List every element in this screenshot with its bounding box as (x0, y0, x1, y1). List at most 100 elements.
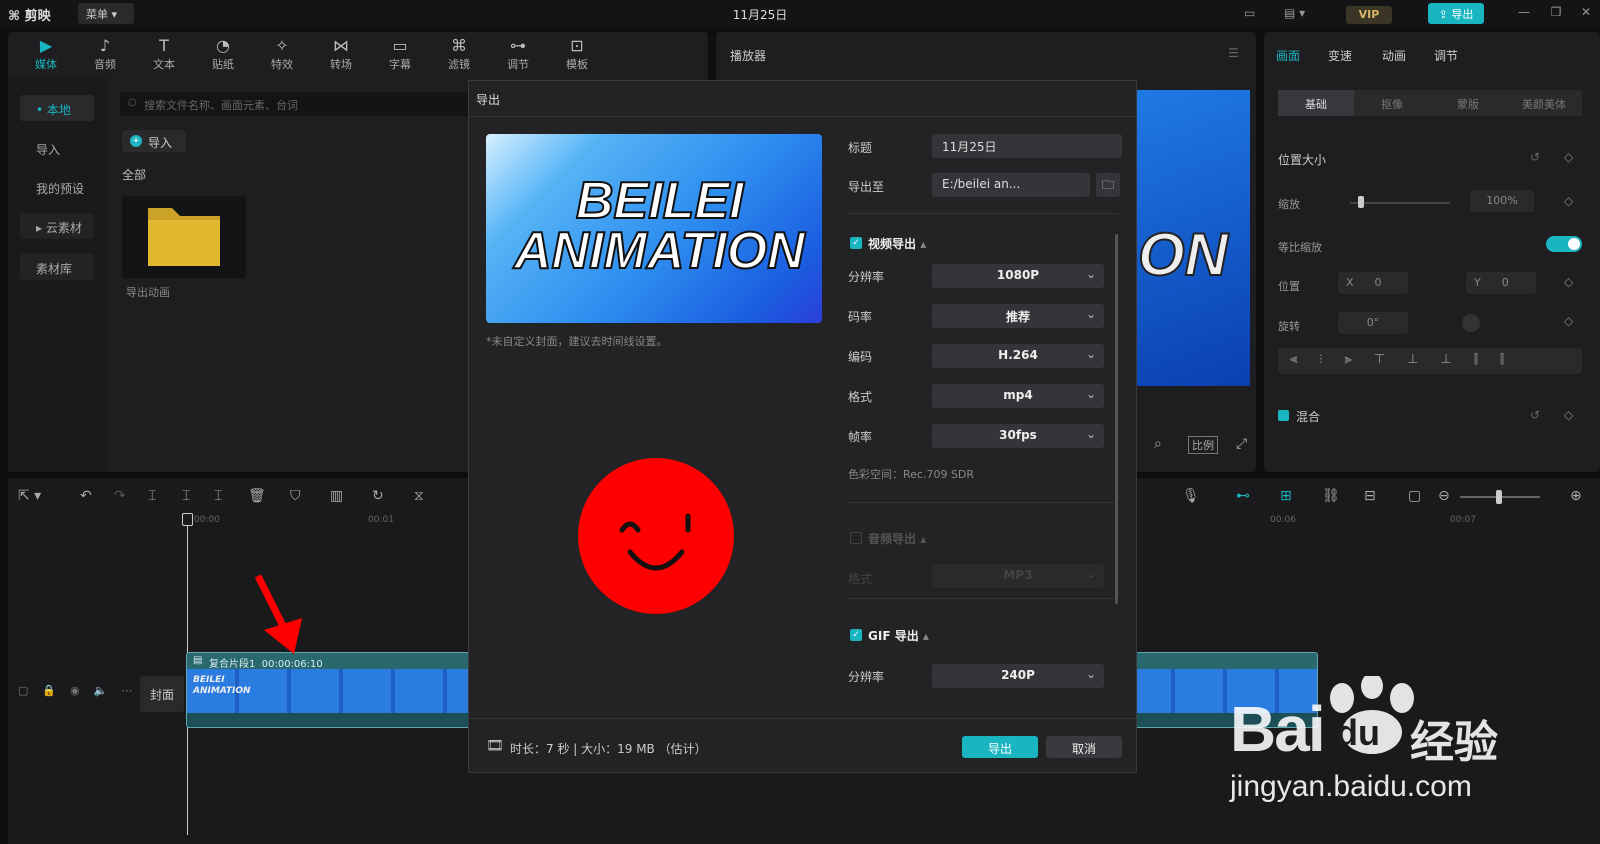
mirror-icon[interactable]: ⧖ (414, 488, 424, 504)
menu-button[interactable]: 菜单 ▾ (78, 3, 134, 24)
align-toolbar[interactable]: ⫷⫶⫸⊤⊥⊥⫿⫿ (1278, 348, 1582, 374)
video-export-checkbox[interactable]: ✓ (850, 237, 862, 249)
fullscreen-capture-icon[interactable]: ⌕ (1154, 436, 1162, 452)
split-right-icon[interactable]: ⌶ (214, 488, 222, 504)
marker-icon[interactable]: ⛉ (290, 488, 301, 504)
close-icon[interactable]: ✕ (1578, 5, 1594, 21)
subtab-matting[interactable]: 抠像 (1354, 90, 1430, 116)
linkage-icon[interactable]: ⊞ (1280, 488, 1292, 504)
blend-checkbox[interactable] (1278, 410, 1289, 421)
keyframe-icon[interactable]: ◇ (1564, 408, 1573, 422)
audio-export-checkbox[interactable] (850, 532, 862, 544)
tool-adjust[interactable]: ⊶ 调节 (490, 36, 546, 72)
layout-icon[interactable]: ▭ (1244, 6, 1255, 20)
audio-section-label: 音频导出 (868, 532, 917, 546)
tab-speed[interactable]: 变速 (1328, 47, 1352, 64)
audio-format-select[interactable]: MP3 ⌄ (932, 564, 1104, 588)
zoom-out-icon[interactable]: ⊖ (1438, 488, 1450, 504)
export-button[interactable]: 导出 (962, 736, 1038, 758)
tool-effects[interactable]: ✧ 特效 (254, 36, 310, 72)
undo-icon[interactable]: ↶ (80, 488, 92, 504)
preview-axis-icon[interactable]: ⊟ (1364, 488, 1376, 504)
folder-tile[interactable] (122, 196, 246, 278)
subtab-mask[interactable]: 蒙版 (1430, 90, 1506, 116)
export-path-input[interactable]: E:/beilei an... (932, 173, 1090, 197)
expand-icon[interactable]: ⤢ (1236, 436, 1247, 452)
screen-icon[interactable]: ▢ (1408, 488, 1421, 504)
minimize-icon[interactable]: — (1516, 5, 1532, 21)
codec-select[interactable]: H.264 ⌄ (932, 344, 1104, 368)
subtab-beauty[interactable]: 美颜美体 (1506, 90, 1582, 116)
sidebar-item-local[interactable]: • 本地 (20, 95, 94, 121)
tab-animation[interactable]: 动画 (1382, 47, 1406, 64)
cover-button[interactable]: 封面 (140, 676, 184, 712)
uniform-scale-toggle[interactable] (1546, 236, 1582, 252)
tool-filter[interactable]: ⌘ 滤镜 (431, 36, 487, 72)
top-export-button[interactable]: ⇪ 导出 (1428, 3, 1484, 24)
scale-slider-handle[interactable] (1358, 196, 1364, 208)
redo-icon[interactable]: ↷ (114, 488, 126, 504)
position-x-input[interactable]: X 0 (1338, 272, 1408, 294)
sidebar-item-library[interactable]: 素材库 (20, 254, 94, 280)
tool-audio[interactable]: ♪ 音频 (77, 36, 133, 72)
rotate-input[interactable]: 0° (1338, 312, 1408, 334)
cover-text-1: BEILEI (575, 172, 745, 230)
sidebar-item-cloud[interactable]: ▸ 云素材 (20, 213, 94, 239)
vip-badge[interactable]: VIP (1346, 6, 1392, 24)
rotate-dial[interactable] (1462, 314, 1480, 332)
format-select[interactable]: mp4 ⌄ (932, 384, 1104, 408)
cancel-button[interactable]: 取消 (1046, 736, 1122, 758)
keyframe-icon[interactable]: ◇ (1564, 194, 1573, 208)
gif-resolution-select[interactable]: 240P ⌄ (932, 664, 1104, 688)
tab-adjust[interactable]: 调节 (1434, 47, 1458, 64)
tool-text[interactable]: T 文本 (136, 36, 192, 72)
delete-icon[interactable]: 🗑 (248, 488, 266, 504)
tool-sticker[interactable]: ◔ 贴纸 (195, 36, 251, 72)
freeze-icon[interactable]: ▥ (330, 488, 343, 504)
player-menu-icon[interactable]: ☰ (1228, 46, 1239, 60)
media-search-input[interactable]: 搜索文件名称、画面元素、台词 (120, 92, 480, 116)
track-controls[interactable]: ▢🔒◉🔈⋯ (18, 684, 146, 697)
tool-transition[interactable]: ⋈ 转场 (313, 36, 369, 72)
collapse-icon[interactable]: ▴ (923, 629, 929, 643)
bitrate-select[interactable]: 推荐 ⌄ (932, 304, 1104, 328)
reset-icon[interactable]: ↺ (1530, 408, 1540, 422)
title-input[interactable]: 11月25日 (932, 134, 1122, 158)
restore-icon[interactable]: ❐ (1548, 5, 1564, 21)
tool-template[interactable]: ⊡ 模板 (549, 36, 605, 72)
link-icon[interactable]: ⛓ (1322, 488, 1340, 504)
split-icon[interactable]: ⌶ (148, 488, 156, 504)
reverse-icon[interactable]: ↻ (372, 488, 384, 504)
sidebar-item-import[interactable]: 导入 (20, 135, 94, 161)
select-tool-icon[interactable]: ⇱ ▾ (18, 488, 41, 504)
gif-export-checkbox[interactable]: ✓ (850, 629, 862, 641)
scale-input[interactable]: 100% (1470, 190, 1534, 212)
cover-note: *未自定义封面，建议去时间线设置。 (486, 335, 668, 348)
frame-rate-select[interactable]: 30fps ⌄ (932, 424, 1104, 448)
microphone-icon[interactable]: 🎙 (1182, 488, 1200, 504)
ratio-button[interactable]: 比例 (1188, 436, 1218, 454)
folder-browse-icon[interactable]: 🗀 (1096, 173, 1120, 197)
tool-media[interactable]: ▶ 媒体 (18, 36, 74, 72)
cover-preview[interactable]: BEILEI ANIMATION (486, 134, 822, 323)
window-layout-icon[interactable]: ▤ ▾ (1284, 6, 1305, 20)
position-y-input[interactable]: Y 0 (1466, 272, 1536, 294)
keyframe-icon[interactable]: ◇ (1564, 150, 1573, 164)
collapse-icon[interactable]: ▴ (920, 532, 926, 546)
zoom-in-icon[interactable]: ⊕ (1570, 488, 1582, 504)
resolution-select[interactable]: 1080P ⌄ (932, 264, 1104, 288)
split-left-icon[interactable]: ⌶ (182, 488, 190, 504)
dialog-scrollbar[interactable] (1115, 234, 1118, 604)
collapse-icon[interactable]: ▴ (920, 237, 926, 251)
tab-picture[interactable]: 画面 (1276, 47, 1300, 64)
main-track-magnet-icon[interactable]: ⊷ (1236, 488, 1250, 504)
subtab-basic[interactable]: 基础 (1278, 90, 1354, 116)
keyframe-icon[interactable]: ◇ (1564, 314, 1573, 328)
keyframe-icon[interactable]: ◇ (1564, 275, 1573, 289)
sidebar-item-presets[interactable]: 我的预设 (20, 174, 94, 200)
scale-slider[interactable] (1350, 202, 1450, 204)
reset-icon[interactable]: ↺ (1530, 150, 1540, 164)
tool-subtitle[interactable]: ▭ 字幕 (372, 36, 428, 72)
playhead-handle[interactable] (182, 513, 193, 526)
zoom-slider-handle[interactable] (1496, 490, 1502, 504)
